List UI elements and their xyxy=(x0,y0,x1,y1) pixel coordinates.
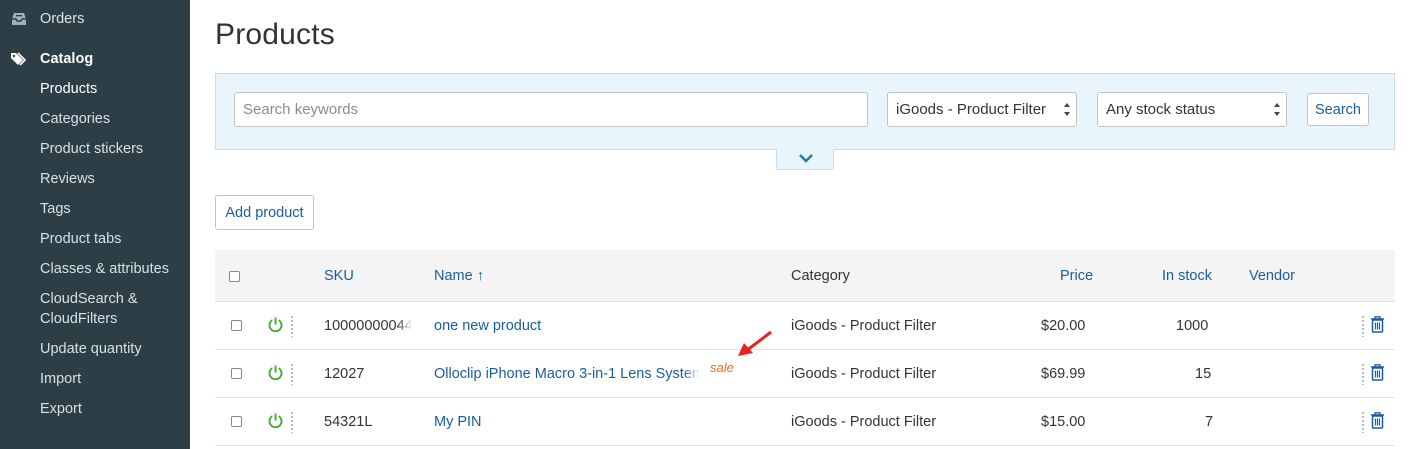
sku-cell: 12027 xyxy=(324,365,412,383)
cell-fade xyxy=(684,365,700,383)
column-category: Category xyxy=(791,268,850,284)
stock-status-select-value: Any stock status xyxy=(1106,101,1216,118)
category-select-value: iGoods - Product Filter xyxy=(896,101,1047,118)
cell-fade xyxy=(398,317,412,335)
sidebar-item-product-stickers[interactable]: Product stickers xyxy=(40,139,143,159)
sku-cell: 54321L xyxy=(324,413,412,431)
sidebar-item-label: Orders xyxy=(40,11,85,27)
table-header: SKU Name ↑ Category Price In stock Vendo… xyxy=(215,250,1395,302)
expand-filters-button[interactable] xyxy=(776,149,834,170)
category-cell: iGoods - Product Filter xyxy=(791,414,937,430)
actions-divider xyxy=(1362,315,1364,337)
row-checkbox[interactable] xyxy=(231,368,242,379)
sort-asc-icon: ↑ xyxy=(476,268,484,284)
sidebar-item-categories[interactable]: Categories xyxy=(40,109,110,129)
sku-value: 12027 xyxy=(324,366,365,382)
tags-icon xyxy=(11,52,27,66)
power-icon[interactable] xyxy=(267,412,284,429)
product-name-link[interactable]: My PIN xyxy=(434,413,700,431)
arrow-icon xyxy=(738,330,772,356)
drag-handle[interactable] xyxy=(291,315,293,337)
filter-panel: iGoods - Product Filter Any stock status… xyxy=(215,73,1395,150)
sidebar-item-reviews[interactable]: Reviews xyxy=(40,169,95,189)
products-table: SKU Name ↑ Category Price In stock Vendo… xyxy=(215,250,1395,449)
column-name[interactable]: Name ↑ xyxy=(434,267,484,285)
sku-cell: 10000000044 xyxy=(324,317,412,335)
sidebar-item-classes-attributes[interactable]: Classes & attributes xyxy=(40,259,169,279)
product-name-text: Olloclip iPhone Macro 3-in-1 Lens System xyxy=(434,366,700,382)
power-icon[interactable] xyxy=(267,364,284,381)
product-name-link[interactable]: Olloclip iPhone Macro 3-in-1 Lens System xyxy=(434,365,700,383)
sidebar-item-export[interactable]: Export xyxy=(40,399,82,419)
column-sku[interactable]: SKU xyxy=(324,267,354,285)
sidebar-item-cloudfilters[interactable]: CloudFilters xyxy=(40,309,117,329)
sidebar-item-import[interactable]: Import xyxy=(40,369,81,389)
category-cell: iGoods - Product Filter xyxy=(791,318,937,334)
trash-icon[interactable] xyxy=(1370,316,1385,333)
table-row: 12027 Olloclip iPhone Macro 3-in-1 Lens … xyxy=(215,350,1395,398)
sidebar: Orders Catalog Products Categories Produ… xyxy=(0,0,190,449)
price-cell[interactable]: $15.00 xyxy=(1041,413,1085,431)
select-arrows-icon xyxy=(1274,103,1280,116)
category-select[interactable]: iGoods - Product Filter xyxy=(887,92,1077,127)
drag-handle[interactable] xyxy=(291,411,293,433)
sidebar-item-update-quantity[interactable]: Update quantity xyxy=(40,339,142,359)
sidebar-item-product-tabs[interactable]: Product tabs xyxy=(40,229,121,249)
price-cell[interactable]: $20.00 xyxy=(1041,317,1085,335)
price-cell[interactable]: $69.99 xyxy=(1041,365,1085,383)
column-in-stock[interactable]: In stock xyxy=(1162,267,1212,285)
product-name-text: one new product xyxy=(434,318,542,334)
sidebar-item-label: Catalog xyxy=(40,51,94,67)
product-name-text: My PIN xyxy=(434,414,482,430)
sku-value: 54321L xyxy=(324,414,373,430)
stock-cell[interactable]: 1000 xyxy=(1176,317,1208,335)
power-icon[interactable] xyxy=(267,316,284,333)
drag-handle[interactable] xyxy=(291,363,293,385)
sale-badge: sale xyxy=(710,360,734,375)
row-checkbox[interactable] xyxy=(231,416,242,427)
category-cell: iGoods - Product Filter xyxy=(791,366,937,382)
stock-cell[interactable]: 15 xyxy=(1195,365,1211,383)
column-price[interactable]: Price xyxy=(1060,267,1093,285)
column-vendor[interactable]: Vendor xyxy=(1249,267,1295,285)
row-checkbox[interactable] xyxy=(231,320,242,331)
table-row: 54321L My PIN iGoods - Product Filter $1… xyxy=(215,398,1395,446)
search-input[interactable] xyxy=(234,92,868,127)
inbox-icon xyxy=(12,13,26,25)
sidebar-item-products[interactable]: Products xyxy=(40,79,97,99)
column-name-label: Name xyxy=(434,268,473,284)
sidebar-item-cloudsearch[interactable]: CloudSearch & xyxy=(40,289,138,309)
page-title: Products xyxy=(215,18,335,51)
sidebar-item-tags[interactable]: Tags xyxy=(40,199,71,219)
stock-status-select[interactable]: Any stock status xyxy=(1097,92,1287,127)
table-row: 10000000044 one new product iGoods - Pro… xyxy=(215,302,1395,350)
select-arrows-icon xyxy=(1064,103,1070,116)
select-all-checkbox[interactable] xyxy=(229,271,240,282)
actions-divider xyxy=(1362,363,1364,385)
trash-icon[interactable] xyxy=(1370,364,1385,381)
search-button[interactable]: Search xyxy=(1307,93,1369,126)
actions-divider xyxy=(1362,411,1364,433)
add-product-button[interactable]: Add product xyxy=(215,195,314,230)
chevron-down-icon xyxy=(799,154,813,163)
product-name-link[interactable]: one new product xyxy=(434,317,700,335)
trash-icon[interactable] xyxy=(1370,412,1385,429)
stock-cell[interactable]: 7 xyxy=(1205,413,1213,431)
